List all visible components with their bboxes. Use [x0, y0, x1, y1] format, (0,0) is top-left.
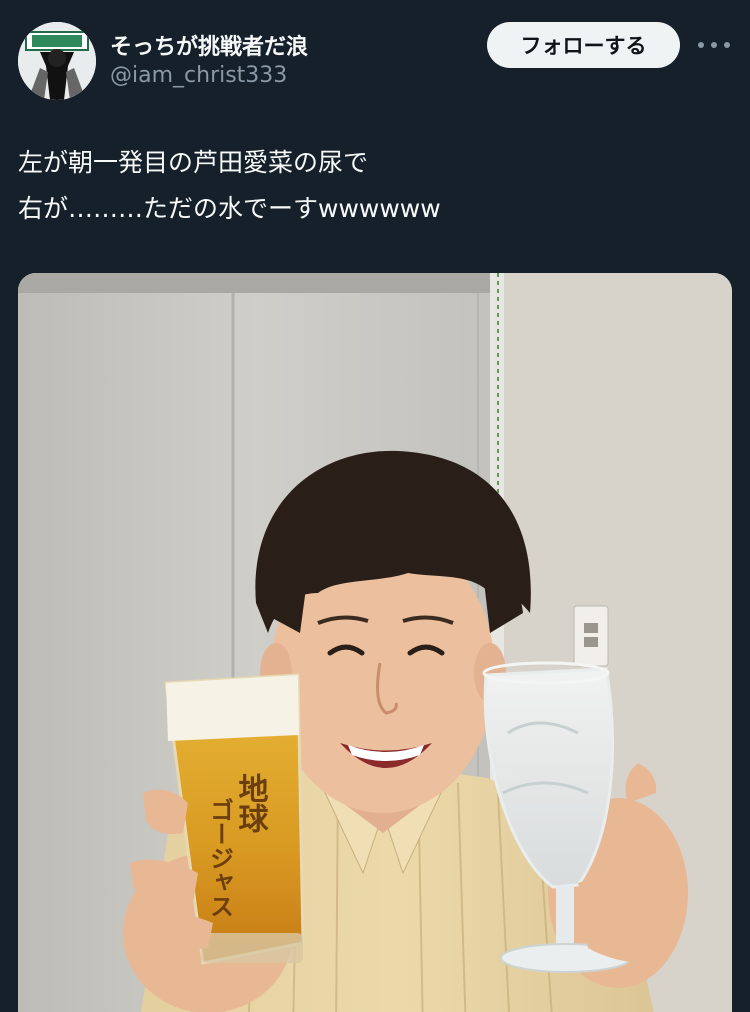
follow-button[interactable]: フォローする: [487, 22, 680, 68]
author-avatar[interactable]: [18, 22, 96, 100]
author-handle[interactable]: @iam_christ333: [110, 63, 287, 88]
more-dot: [724, 42, 730, 48]
tweet-text: 左が朝一発目の芦田愛菜の尿で 右が………ただの水でーすwwwwww: [18, 140, 732, 232]
author-display-name[interactable]: そっちが挑戦者だ浪: [110, 29, 308, 61]
tweet-text-line: 右が………ただの水でーすwwwwww: [18, 194, 441, 223]
photo-illustration: 地球 ゴージャス: [18, 273, 732, 1012]
more-options-icon[interactable]: [698, 32, 730, 58]
glass-print: 地球: [233, 773, 269, 833]
tweet-view: そっちが挑戦者だ浪 @iam_christ333 フォローする 左が朝一発目の芦…: [0, 0, 750, 1012]
avatar-image: [18, 22, 96, 100]
more-dot: [711, 42, 717, 48]
glass-print: ゴージャス: [206, 797, 235, 918]
more-dot: [698, 42, 704, 48]
tweet-text-line: 左が朝一発目の芦田愛菜の尿で: [18, 148, 369, 177]
tweet-photo[interactable]: 地球 ゴージャス: [18, 273, 732, 1012]
